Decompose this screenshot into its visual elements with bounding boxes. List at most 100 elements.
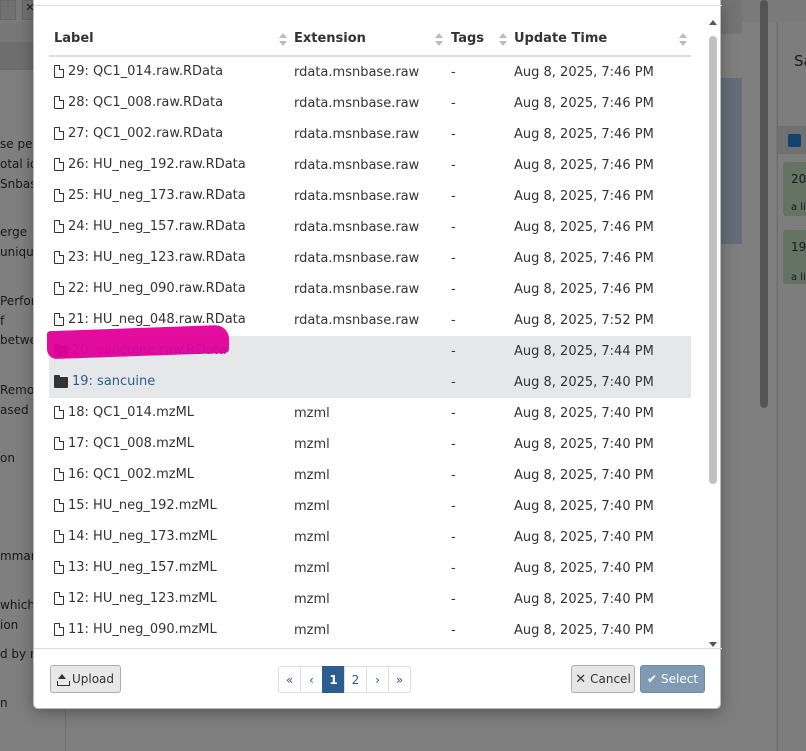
row-update-time: Aug 8, 2025, 7:46 PM bbox=[514, 127, 654, 142]
select-button[interactable]: ✔ Select bbox=[640, 665, 705, 693]
row-label[interactable]: 19: sancuine bbox=[54, 374, 155, 389]
row-label[interactable]: 17: QC1_008.mzML bbox=[54, 436, 194, 451]
folder-icon bbox=[54, 374, 68, 388]
times-icon: ✕ bbox=[575, 671, 587, 687]
row-tags: - bbox=[451, 623, 456, 638]
row-update-time: Aug 8, 2025, 7:46 PM bbox=[514, 96, 654, 111]
row-label-text: 14: HU_neg_173.mzML bbox=[68, 529, 217, 544]
row-extension: rdata.msnbase.raw bbox=[294, 96, 420, 111]
column-header-update-time[interactable]: Update Time bbox=[514, 31, 607, 46]
pagination-page-2[interactable]: 2 bbox=[344, 666, 367, 693]
row-update-time: Aug 8, 2025, 7:40 PM bbox=[514, 406, 654, 421]
row-label-text: 20: sancuine.raw.RData bbox=[72, 343, 227, 358]
row-label[interactable]: 23: HU_neg_123.raw.RData bbox=[54, 250, 246, 265]
dialog-footer: Upload « ‹ 1 2 › » ✕ Cancel ✔ Select bbox=[34, 648, 722, 709]
row-label[interactable]: 14: HU_neg_173.mzML bbox=[54, 529, 217, 544]
row-extension: mzml bbox=[294, 530, 330, 545]
dialog-body: Label Extension Tags Update Time 29: QC1… bbox=[34, 5, 722, 653]
table-body: 29: QC1_014.raw.RData rdata.msnbase.raw - A… bbox=[49, 57, 691, 646]
column-header-extension[interactable]: Extension bbox=[294, 31, 366, 46]
row-tags: - bbox=[451, 158, 456, 173]
pagination-last[interactable]: » bbox=[388, 666, 411, 693]
row-extension: mzml bbox=[294, 468, 330, 483]
row-update-time: Aug 8, 2025, 7:40 PM bbox=[514, 592, 654, 607]
scrollbar-thumb[interactable] bbox=[709, 36, 717, 484]
file-row[interactable]: 15: HU_neg_192.mzML mzml - Aug 8, 2025, 7:4… bbox=[49, 491, 691, 522]
row-label-text: 16: QC1_002.mzML bbox=[68, 467, 195, 482]
file-row[interactable]: 21: HU_neg_048.raw.RData rdata.msnbase.ra… bbox=[49, 305, 691, 336]
row-tags: - bbox=[451, 499, 456, 514]
row-update-time: Aug 8, 2025, 7:46 PM bbox=[514, 251, 654, 266]
file-row[interactable]: 17: QC1_008.mzML mzml - Aug 8, 2025, 7:40 P… bbox=[49, 429, 691, 460]
pagination-prev[interactable]: ‹ bbox=[300, 666, 323, 693]
file-row[interactable]: 28: QC1_008.raw.RData rdata.msnbase.raw - A… bbox=[49, 88, 691, 119]
pagination-page-1[interactable]: 1 bbox=[322, 666, 345, 693]
file-row[interactable]: 26: HU_neg_192.raw.RData rdata.msnbase.ra… bbox=[49, 150, 691, 181]
file-row[interactable]: 25: HU_neg_173.raw.RData rdata.msnbase.ra… bbox=[49, 181, 691, 212]
file-row[interactable]: 27: QC1_002.raw.RData rdata.msnbase.raw - A… bbox=[49, 119, 691, 150]
file-icon bbox=[54, 96, 64, 109]
row-label-text: 28: QC1_008.raw.RData bbox=[68, 95, 224, 110]
row-extension: rdata.msnbase.raw bbox=[294, 282, 420, 297]
row-label[interactable]: 24: HU_neg_157.raw.RData bbox=[54, 219, 246, 234]
file-row[interactable]: 11: HU_neg_090.mzML mzml - Aug 8, 2025, 7:4… bbox=[49, 615, 691, 646]
row-label[interactable]: 16: QC1_002.mzML bbox=[54, 467, 194, 482]
row-update-time: Aug 8, 2025, 7:40 PM bbox=[514, 561, 654, 576]
check-icon: ✔ bbox=[646, 672, 658, 686]
file-row[interactable]: 24: HU_neg_157.raw.RData rdata.msnbase.ra… bbox=[49, 212, 691, 243]
file-icon bbox=[54, 406, 64, 419]
row-label-text: 11: HU_neg_090.mzML bbox=[68, 622, 217, 637]
row-label[interactable]: 11: HU_neg_090.mzML bbox=[54, 622, 217, 637]
row-label[interactable]: 25: HU_neg_173.raw.RData bbox=[54, 188, 246, 203]
sort-icon[interactable] bbox=[499, 33, 507, 47]
row-label[interactable]: 21: HU_neg_048.raw.RData bbox=[54, 312, 246, 327]
file-row[interactable]: 23: HU_neg_123.raw.RData rdata.msnbase.ra… bbox=[49, 243, 691, 274]
row-tags: - bbox=[451, 282, 456, 297]
file-row[interactable]: 18: QC1_014.mzML mzml - Aug 8, 2025, 7:40 P… bbox=[49, 398, 691, 429]
sort-icon[interactable] bbox=[679, 33, 687, 47]
cancel-button[interactable]: ✕ Cancel bbox=[571, 665, 635, 693]
row-update-time: Aug 8, 2025, 7:46 PM bbox=[514, 220, 654, 235]
row-label[interactable]: 22: HU_neg_090.raw.RData bbox=[54, 281, 246, 296]
pagination: « ‹ 1 2 › » bbox=[278, 666, 411, 693]
folder-row[interactable]: 19: sancuine - Aug 8, 2025, 7:40 PM bbox=[49, 367, 691, 398]
file-row[interactable]: 14: HU_neg_173.mzML mzml - Aug 8, 2025, 7:4… bbox=[49, 522, 691, 553]
file-row[interactable]: 13: HU_neg_157.mzML mzml - Aug 8, 2025, 7:4… bbox=[49, 553, 691, 584]
dialog-scrollbar[interactable] bbox=[706, 16, 720, 649]
row-label[interactable]: 26: HU_neg_192.raw.RData bbox=[54, 157, 246, 172]
file-icon bbox=[54, 468, 64, 481]
row-label[interactable]: 20: sancuine.raw.RData bbox=[54, 343, 226, 358]
row-update-time: Aug 8, 2025, 7:40 PM bbox=[514, 623, 654, 638]
file-row[interactable]: 16: QC1_002.mzML mzml - Aug 8, 2025, 7:40 P… bbox=[49, 460, 691, 491]
column-header-label[interactable]: Label bbox=[54, 31, 94, 46]
row-label-text: 25: HU_neg_173.raw.RData bbox=[68, 188, 246, 203]
file-icon bbox=[54, 561, 64, 574]
file-row[interactable]: 12: HU_neg_123.mzML mzml - Aug 8, 2025, 7:4… bbox=[49, 584, 691, 615]
row-label[interactable]: 13: HU_neg_157.mzML bbox=[54, 560, 217, 575]
row-tags: - bbox=[451, 189, 456, 204]
row-extension: rdata.msnbase.raw bbox=[294, 189, 420, 204]
file-row[interactable]: 29: QC1_014.raw.RData rdata.msnbase.raw - A… bbox=[49, 57, 691, 88]
scroll-up-icon[interactable] bbox=[709, 20, 717, 25]
row-label[interactable]: 12: HU_neg_123.mzML bbox=[54, 591, 217, 606]
sort-icon[interactable] bbox=[279, 33, 287, 47]
file-row[interactable]: 22: HU_neg_090.raw.RData rdata.msnbase.ra… bbox=[49, 274, 691, 305]
file-icon bbox=[54, 437, 64, 450]
scroll-down-icon[interactable] bbox=[709, 642, 717, 647]
pagination-next[interactable]: › bbox=[366, 666, 389, 693]
column-header-tags[interactable]: Tags bbox=[451, 31, 484, 46]
sort-icon[interactable] bbox=[435, 33, 443, 47]
row-tags: - bbox=[451, 468, 456, 483]
upload-button[interactable]: Upload bbox=[50, 665, 121, 693]
row-update-time: Aug 8, 2025, 7:40 PM bbox=[514, 437, 654, 452]
row-tags: - bbox=[451, 437, 456, 452]
row-tags: - bbox=[451, 96, 456, 111]
pagination-first[interactable]: « bbox=[278, 666, 301, 693]
folder-row[interactable]: 20: sancuine.raw.RData - Aug 8, 2025, 7:44… bbox=[49, 336, 691, 367]
row-label[interactable]: 15: HU_neg_192.mzML bbox=[54, 498, 217, 513]
row-label-text: 17: QC1_008.mzML bbox=[68, 436, 195, 451]
row-label[interactable]: 18: QC1_014.mzML bbox=[54, 405, 194, 420]
row-label[interactable]: 29: QC1_014.raw.RData bbox=[54, 64, 223, 79]
row-label[interactable]: 27: QC1_002.raw.RData bbox=[54, 126, 223, 141]
row-label[interactable]: 28: QC1_008.raw.RData bbox=[54, 95, 223, 110]
